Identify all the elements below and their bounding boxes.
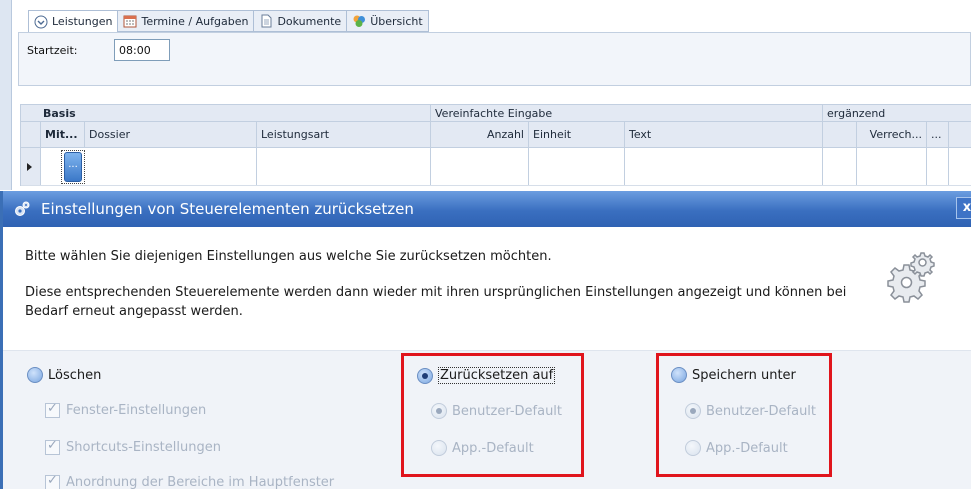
overview-icon	[353, 15, 366, 27]
checkbox-shortcuts-einstellungen[interactable]: Shortcuts-Einstellungen	[45, 438, 221, 455]
column-header-blank[interactable]	[823, 122, 857, 147]
column-header-einheit[interactable]: Einheit	[529, 122, 625, 147]
column-header-text[interactable]: Text	[625, 122, 823, 147]
tab-label: Leistungen	[52, 15, 113, 28]
tab-leistungen[interactable]: Leistungen	[28, 10, 119, 33]
row-pointer-icon	[27, 163, 32, 171]
dialog-titlebar[interactable]: Einstellungen von Steuerelementen zurück…	[3, 191, 971, 227]
chevron-circle-icon	[34, 15, 48, 28]
cell-more[interactable]	[927, 148, 949, 185]
app-window: Leistungen Termine / Aufgaben Dokumente	[0, 0, 971, 190]
group-header-row: Basis Vereinfachte Eingabe ergänzend	[21, 104, 971, 122]
gear-icon	[15, 201, 30, 216]
column-header-verrech[interactable]: Verrech...	[857, 122, 927, 147]
column-header-row: Mit... Dossier Leistungsart Anzahl Einhe…	[21, 122, 971, 148]
highlight-box-save	[656, 353, 832, 477]
row-selector[interactable]	[21, 148, 41, 185]
tab-uebersicht[interactable]: Übersicht	[347, 10, 429, 32]
cell-blank[interactable]	[823, 148, 857, 185]
group-header-basis: Basis	[21, 105, 431, 121]
startzeit-label: Startzeit:	[27, 44, 78, 57]
cell-leistungsart[interactable]	[257, 148, 431, 185]
tab-termine-aufgaben[interactable]: Termine / Aufgaben	[118, 10, 255, 32]
checkbox-label: Anordnung der Bereiche im Hauptfenster	[66, 475, 335, 489]
column-header-mit[interactable]: Mit...	[41, 122, 85, 147]
screen: Leistungen Termine / Aufgaben Dokumente	[0, 0, 971, 489]
radio-loeschen[interactable]: Löschen	[27, 367, 101, 383]
column-header-leistungsart[interactable]: Leistungsart	[257, 122, 431, 147]
column-header-dossier[interactable]: Dossier	[85, 122, 257, 147]
cell-anzahl[interactable]	[431, 148, 529, 185]
description-text: Diese entsprechenden Steuerelemente werd…	[25, 285, 847, 319]
row-ellipsis-button[interactable]: ...	[64, 152, 82, 182]
tab-strip: Leistungen Termine / Aufgaben Dokumente	[28, 10, 429, 33]
checkbox-fenster-einstellungen[interactable]: Fenster-Einstellungen	[45, 401, 207, 418]
leistungen-grid: Basis Vereinfachte Eingabe ergänzend Mit…	[20, 104, 971, 186]
tab-label: Dokumente	[277, 14, 342, 28]
startzeit-input[interactable]	[114, 39, 170, 61]
group-header-vereinfacht: Vereinfachte Eingabe	[431, 105, 823, 121]
table-row[interactable]: ...	[21, 148, 971, 186]
checkbox-label: Shortcuts-Einstellungen	[66, 440, 221, 455]
radio-button[interactable]	[27, 367, 43, 383]
document-icon	[261, 14, 272, 28]
tab-label: Termine / Aufgaben	[141, 14, 249, 28]
left-splitter[interactable]	[0, 0, 12, 190]
group-header-ergaenzend: ergänzend	[827, 106, 886, 120]
checkbox-anordnung-bereiche[interactable]: Anordnung der Bereiche im Hauptfenster	[45, 473, 335, 489]
cell-einheit[interactable]	[529, 148, 625, 185]
cell-text[interactable]	[625, 148, 823, 185]
highlight-box-reset	[401, 353, 584, 477]
checkbox[interactable]	[45, 401, 60, 418]
cell-dossier[interactable]	[85, 148, 257, 185]
gears-icon	[887, 252, 935, 303]
intro-text: Bitte wählen Sie diejenigen Einstellunge…	[25, 249, 552, 264]
radio-label: Löschen	[48, 367, 102, 383]
column-header-more[interactable]: ...	[927, 122, 949, 147]
dialog-info-area: Bitte wählen Sie diejenigen Einstellunge…	[3, 227, 971, 351]
checkbox[interactable]	[45, 473, 60, 489]
checkbox-label: Fenster-Einstellungen	[66, 403, 207, 418]
row-header-corner	[21, 122, 41, 147]
dialog-title: Einstellungen von Steuerelementen zurück…	[41, 200, 414, 218]
tab-label: Übersicht	[370, 14, 423, 28]
checkbox[interactable]	[45, 438, 60, 455]
calendar-icon	[123, 15, 137, 28]
close-button[interactable]: x	[956, 197, 971, 219]
cell-verrech[interactable]	[857, 148, 927, 185]
tab-dokumente[interactable]: Dokumente	[254, 10, 348, 32]
column-header-anzahl[interactable]: Anzahl	[431, 122, 529, 147]
